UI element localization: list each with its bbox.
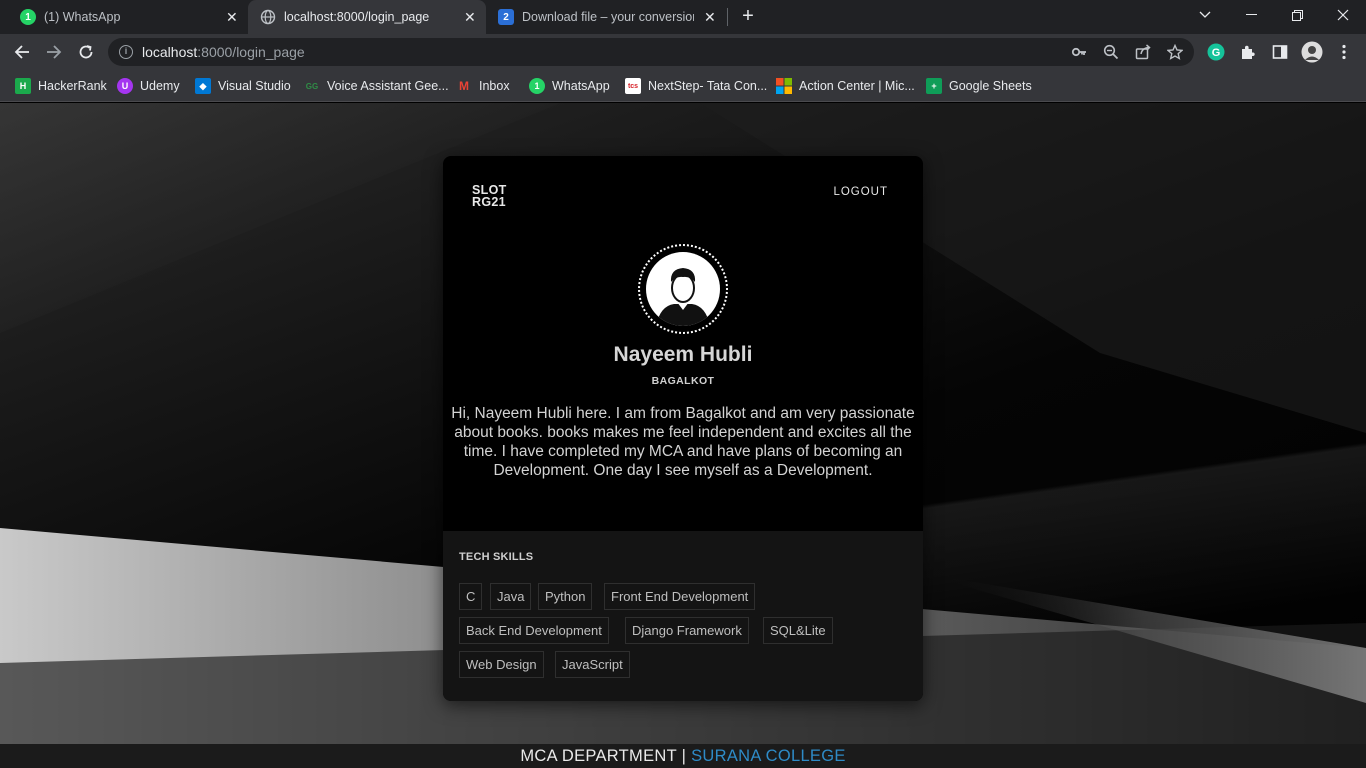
site-logo[interactable]: SLOT RG21 <box>472 184 507 209</box>
tab-search-icon[interactable] <box>1182 0 1228 30</box>
svg-text:G: G <box>1212 47 1221 59</box>
skill-tag: Front End Development <box>604 583 756 610</box>
bookmark-udemy[interactable]: U Udemy <box>117 77 180 95</box>
tab-login-page[interactable]: localhost:8000/login_page ✕ <box>248 0 486 34</box>
close-window-button[interactable] <box>1320 0 1366 30</box>
whatsapp-icon: 1 <box>529 78 545 94</box>
site-info-icon[interactable]: i <box>119 45 133 59</box>
footer-college-link[interactable]: SURANA COLLEGE <box>691 747 846 765</box>
back-button[interactable] <box>10 40 34 64</box>
bookmark-whatsapp[interactable]: 1 WhatsApp <box>529 77 610 95</box>
skill-tag: C <box>459 583 483 610</box>
skill-tag: Django Framework <box>625 617 749 644</box>
zoom-icon[interactable] <box>1102 43 1120 61</box>
skill-tag: Back End Development <box>459 617 609 644</box>
share-icon[interactable] <box>1134 43 1152 61</box>
logo-line-2: RG21 <box>472 195 506 209</box>
bookmark-action-center[interactable]: Action Center | Mic... <box>776 77 915 95</box>
bookmark-label: WhatsApp <box>552 79 610 93</box>
tab-strip: 1 (1) WhatsApp ✕ localhost:8000/login_pa… <box>0 0 1366 34</box>
page-footer: MCA DEPARTMENT | SURANA COLLEGE <box>0 744 1366 768</box>
globe-icon <box>260 9 276 25</box>
geeksforgeeks-icon: GG <box>305 81 319 91</box>
bookmark-google-sheets[interactable]: + Google Sheets <box>926 77 1032 95</box>
grammarly-icon[interactable]: G <box>1205 41 1227 63</box>
close-tab-icon[interactable]: ✕ <box>704 9 716 26</box>
address-bar[interactable]: i localhost:8000/login_page <box>108 38 1194 66</box>
bookmark-label: HackerRank <box>38 79 107 93</box>
skill-tag: Python <box>538 583 593 610</box>
avatar <box>646 252 720 326</box>
extensions-puzzle-icon[interactable] <box>1237 41 1259 63</box>
bookmark-nextstep-tcs[interactable]: tcs NextStep- Tata Con... <box>625 77 767 95</box>
whatsapp-icon: 1 <box>20 9 36 25</box>
side-panel-icon[interactable] <box>1269 41 1291 63</box>
restore-button[interactable] <box>1274 0 1320 30</box>
footer-department: MCA DEPARTMENT | <box>520 747 687 765</box>
tab-title: Download file – your conversion <box>522 10 694 24</box>
gmail-icon: M <box>459 79 469 93</box>
tab-title: (1) WhatsApp <box>44 10 121 24</box>
page-background: SLOT RG21 LOGOUT Nayeem Hubli BAGALKOT H… <box>0 103 1366 768</box>
key-icon[interactable] <box>1070 43 1088 61</box>
menu-kebab-icon[interactable] <box>1333 41 1355 63</box>
skill-tag: Java <box>490 583 532 610</box>
browser-toolbar: i localhost:8000/login_page G <box>0 34 1366 70</box>
bookmark-label: Visual Studio <box>218 79 291 93</box>
tcs-icon: tcs <box>625 78 641 94</box>
tab-divider <box>727 8 728 26</box>
tech-skills-section: TECH SKILLS C Java Python Front End Deve… <box>443 531 923 701</box>
forward-button[interactable] <box>42 40 66 64</box>
skill-tag: Web Design <box>459 651 544 678</box>
tab-whatsapp[interactable]: 1 (1) WhatsApp ✕ <box>8 0 248 34</box>
skill-tag: SQL&Lite <box>763 617 833 644</box>
tech-skills-title: TECH SKILLS <box>459 551 534 563</box>
bookmark-inbox[interactable]: M Inbox <box>456 77 510 95</box>
bookmark-label: NextStep- Tata Con... <box>648 79 768 93</box>
new-tab-button[interactable]: + <box>737 5 759 27</box>
profile-avatar[interactable] <box>1301 41 1323 63</box>
bookmark-label: Google Sheets <box>949 79 1032 93</box>
bookmark-star-icon[interactable] <box>1166 43 1184 61</box>
profile-bio: Hi, Nayeem Hubli here. I am from Bagalko… <box>451 405 915 479</box>
profile-name: Nayeem Hubli <box>613 343 753 366</box>
url-host: localhost <box>142 44 198 60</box>
reload-button[interactable] <box>74 40 98 64</box>
google-sheets-icon: + <box>926 78 942 94</box>
user-silhouette-icon <box>656 268 710 326</box>
bookmark-voice-assistant[interactable]: GG Voice Assistant Gee... <box>304 77 449 95</box>
bookmarks-bar: H HackerRank U Udemy ◆ Visual Studio GG Voic… <box>0 70 1366 102</box>
bookmark-hackerrank[interactable]: H HackerRank <box>15 77 107 95</box>
bookmark-label: Udemy <box>140 79 180 93</box>
2conv-icon: 2 <box>498 9 514 25</box>
skill-tag: JavaScript <box>555 651 630 678</box>
profile-card: SLOT RG21 LOGOUT Nayeem Hubli BAGALKOT H… <box>443 156 923 701</box>
tab-download-file[interactable]: 2 Download file – your conversion ✕ <box>486 0 726 34</box>
profile-location: BAGALKOT <box>651 375 715 387</box>
close-tab-icon[interactable]: ✕ <box>464 9 476 26</box>
bookmark-label: Inbox <box>479 79 510 93</box>
udemy-icon: U <box>117 78 133 94</box>
bookmark-label: Voice Assistant Gee... <box>327 79 449 93</box>
url-text[interactable]: localhost:8000/login_page <box>142 44 305 60</box>
avatar-ring <box>638 244 728 334</box>
minimize-button[interactable] <box>1228 0 1274 30</box>
bookmark-label: Action Center | Mic... <box>799 79 915 93</box>
logout-link[interactable]: LOGOUT <box>833 186 888 198</box>
hackerrank-icon: H <box>15 78 31 94</box>
tab-title: localhost:8000/login_page <box>284 10 430 24</box>
microsoft-icon <box>776 78 792 94</box>
visual-studio-icon: ◆ <box>195 78 211 94</box>
url-path: :8000/login_page <box>197 44 305 60</box>
bookmark-visual-studio[interactable]: ◆ Visual Studio <box>195 77 291 95</box>
close-tab-icon[interactable]: ✕ <box>226 9 238 26</box>
